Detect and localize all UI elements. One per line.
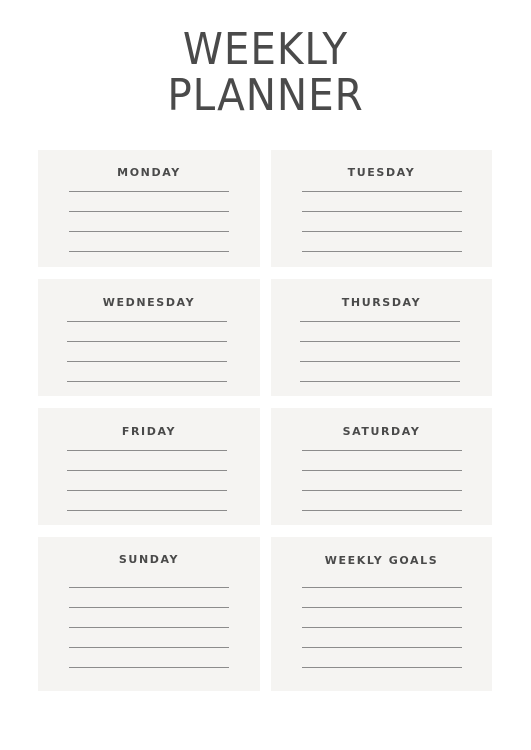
day-card-saturday: SATURDAY bbox=[271, 408, 492, 525]
weekly-goals-label: WEEKLY GOALS bbox=[324, 554, 439, 567]
page-title-line-2: PLANNER bbox=[167, 70, 364, 121]
writing-line[interactable] bbox=[302, 450, 462, 451]
writing-line[interactable] bbox=[302, 231, 462, 232]
day-card-thursday: THURSDAY bbox=[271, 279, 492, 396]
writing-line[interactable] bbox=[67, 381, 227, 382]
writing-line[interactable] bbox=[67, 450, 227, 451]
writing-line[interactable] bbox=[69, 647, 229, 648]
day-label: SUNDAY bbox=[118, 553, 180, 566]
writing-line[interactable] bbox=[67, 361, 227, 362]
writing-line[interactable] bbox=[69, 211, 229, 212]
day-card-wednesday: WEDNESDAY bbox=[38, 279, 260, 396]
writing-line[interactable] bbox=[302, 490, 462, 491]
writing-line[interactable] bbox=[302, 470, 462, 471]
day-label: MONDAY bbox=[117, 166, 181, 179]
writing-line[interactable] bbox=[302, 211, 462, 212]
writing-line[interactable] bbox=[302, 627, 462, 628]
writing-line[interactable] bbox=[300, 381, 460, 382]
writing-line[interactable] bbox=[69, 607, 229, 608]
writing-line[interactable] bbox=[67, 321, 227, 322]
day-label: THURSDAY bbox=[341, 296, 422, 309]
day-card-sunday: SUNDAY bbox=[38, 537, 260, 691]
writing-line[interactable] bbox=[69, 587, 229, 588]
writing-line[interactable] bbox=[67, 341, 227, 342]
writing-line[interactable] bbox=[302, 587, 462, 588]
writing-line[interactable] bbox=[300, 341, 460, 342]
writing-line[interactable] bbox=[67, 510, 227, 511]
writing-line[interactable] bbox=[302, 251, 462, 252]
day-card-tuesday: TUESDAY bbox=[271, 150, 492, 267]
day-label: TUESDAY bbox=[347, 166, 416, 179]
day-label: FRIDAY bbox=[121, 425, 177, 438]
writing-line[interactable] bbox=[69, 231, 229, 232]
writing-line[interactable] bbox=[69, 667, 229, 668]
writing-line[interactable] bbox=[67, 490, 227, 491]
day-card-friday: FRIDAY bbox=[38, 408, 260, 525]
day-label: SATURDAY bbox=[342, 425, 421, 438]
writing-line[interactable] bbox=[302, 647, 462, 648]
writing-line[interactable] bbox=[69, 251, 229, 252]
writing-line[interactable] bbox=[69, 627, 229, 628]
writing-line[interactable] bbox=[302, 607, 462, 608]
writing-line[interactable] bbox=[300, 361, 460, 362]
page-title-line-1: WEEKLY bbox=[182, 24, 349, 75]
writing-line[interactable] bbox=[302, 510, 462, 511]
weekly-goals-card: WEEKLY GOALS bbox=[271, 537, 492, 691]
day-label: WEDNESDAY bbox=[102, 296, 196, 309]
writing-line[interactable] bbox=[67, 470, 227, 471]
day-card-monday: MONDAY bbox=[38, 150, 260, 267]
writing-line[interactable] bbox=[300, 321, 460, 322]
writing-line[interactable] bbox=[302, 667, 462, 668]
writing-line[interactable] bbox=[302, 191, 462, 192]
writing-line[interactable] bbox=[69, 191, 229, 192]
